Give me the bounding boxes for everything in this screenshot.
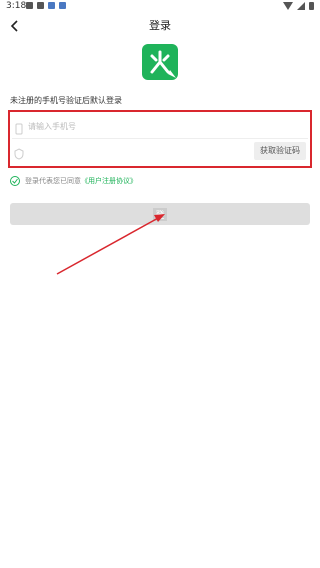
- system-icons: [283, 2, 314, 10]
- agreement-text: 登录代表您已同意: [25, 177, 81, 185]
- agreement: 登录代表您已同意 《用户注册协议》: [10, 175, 137, 187]
- shield-icon: [14, 145, 24, 160]
- notification-icon: [59, 2, 66, 9]
- login-button[interactable]: 登: [10, 203, 310, 225]
- check-circle-icon[interactable]: [10, 176, 20, 186]
- code-row: 获取验证码: [12, 139, 308, 165]
- notification-icon: [37, 2, 44, 9]
- notification-icons: [26, 2, 66, 9]
- agreement-link[interactable]: 《用户注册协议》: [81, 176, 137, 186]
- signal-icon: [297, 2, 305, 10]
- verification-code-input[interactable]: [28, 143, 248, 161]
- notification-icon: [48, 2, 55, 9]
- app-logo-icon: [142, 44, 178, 80]
- notification-icon: [26, 2, 33, 9]
- phone-row: [12, 114, 308, 139]
- status-time: 3:18: [6, 1, 27, 11]
- login-button-label: 登: [153, 207, 167, 221]
- battery-icon: [309, 2, 314, 10]
- get-code-button[interactable]: 获取验证码: [254, 142, 306, 160]
- phone-input[interactable]: [28, 117, 288, 135]
- wifi-icon: [283, 2, 293, 10]
- page-title: 登录: [149, 19, 171, 32]
- status-bar: 3:18: [0, 0, 320, 14]
- nav-bar: 登录: [0, 14, 320, 36]
- login-form: 获取验证码: [8, 110, 312, 168]
- annotation-arrow: [56, 214, 165, 275]
- phone-icon: [14, 120, 24, 135]
- login-hint: 未注册的手机号验证后默认登录: [10, 96, 122, 105]
